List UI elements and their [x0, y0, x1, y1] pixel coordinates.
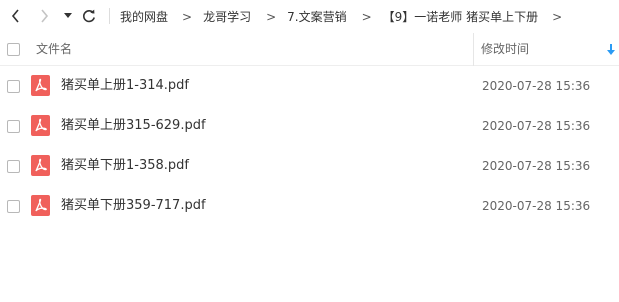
file-modified-time: 2020-07-28 15:36 [482, 79, 591, 93]
file-name[interactable]: 猪买单下册1-358.pdf [61, 146, 189, 186]
file-row[interactable]: 猪买单上册315-629.pdf 2020-07-28 15:36 [0, 106, 619, 146]
file-list-header: 文件名 修改时间 [0, 33, 619, 66]
file-name[interactable]: 猪买单下册359-717.pdf [61, 186, 206, 226]
back-button[interactable] [6, 6, 26, 26]
chevron-right-icon [41, 9, 49, 23]
chevron-left-icon [11, 9, 19, 23]
toolbar: 我的网盘 > 龙哥学习 > 7.文案营销 > 【9】一诺老师 猪买单上下册 > [0, 0, 619, 33]
file-name[interactable]: 猪买单上册315-629.pdf [61, 106, 206, 146]
column-header-modified[interactable]: 修改时间 [481, 33, 529, 66]
file-modified-time: 2020-07-28 15:36 [482, 119, 591, 133]
pdf-icon [31, 75, 50, 96]
breadcrumb: 我的网盘 > 龙哥学习 > 7.文案营销 > 【9】一诺老师 猪买单上下册 > [120, 0, 562, 33]
breadcrumb-item-current[interactable]: 【9】一诺老师 猪买单上下册 [383, 8, 538, 25]
refresh-icon [83, 9, 95, 23]
caret-down-icon [64, 13, 72, 18]
file-row-checkbox[interactable] [7, 120, 20, 133]
history-dropdown-button[interactable] [60, 6, 76, 26]
file-row-checkbox[interactable] [7, 80, 20, 93]
file-row-checkbox[interactable] [7, 200, 20, 213]
file-row[interactable]: 猪买单下册1-358.pdf 2020-07-28 15:36 [0, 146, 619, 186]
file-row[interactable]: 猪买单上册1-314.pdf 2020-07-28 15:36 [0, 66, 619, 106]
file-row[interactable]: 猪买单下册359-717.pdf 2020-07-28 15:36 [0, 186, 619, 226]
breadcrumb-separator: > [361, 9, 372, 24]
breadcrumb-item-folder[interactable]: 龙哥学习 [203, 8, 251, 25]
breadcrumb-item-root[interactable]: 我的网盘 [120, 8, 168, 25]
sort-descending-arrow-icon[interactable] [607, 44, 615, 56]
file-modified-time: 2020-07-28 15:36 [482, 159, 591, 173]
breadcrumb-separator: > [182, 9, 193, 24]
file-modified-time: 2020-07-28 15:36 [482, 199, 591, 213]
column-header-name[interactable]: 文件名 [36, 33, 72, 66]
select-all-checkbox[interactable] [7, 43, 20, 56]
forward-button[interactable] [34, 6, 54, 26]
refresh-button[interactable] [79, 6, 99, 26]
breadcrumb-item-folder[interactable]: 7.文案营销 [287, 8, 346, 25]
file-name[interactable]: 猪买单上册1-314.pdf [61, 66, 189, 106]
file-row-checkbox[interactable] [7, 160, 20, 173]
toolbar-divider [109, 8, 110, 24]
pdf-icon [31, 115, 50, 136]
pdf-icon [31, 195, 50, 216]
breadcrumb-separator: > [266, 9, 277, 24]
pdf-icon [31, 155, 50, 176]
column-divider[interactable] [473, 33, 474, 66]
breadcrumb-separator: > [552, 9, 563, 24]
